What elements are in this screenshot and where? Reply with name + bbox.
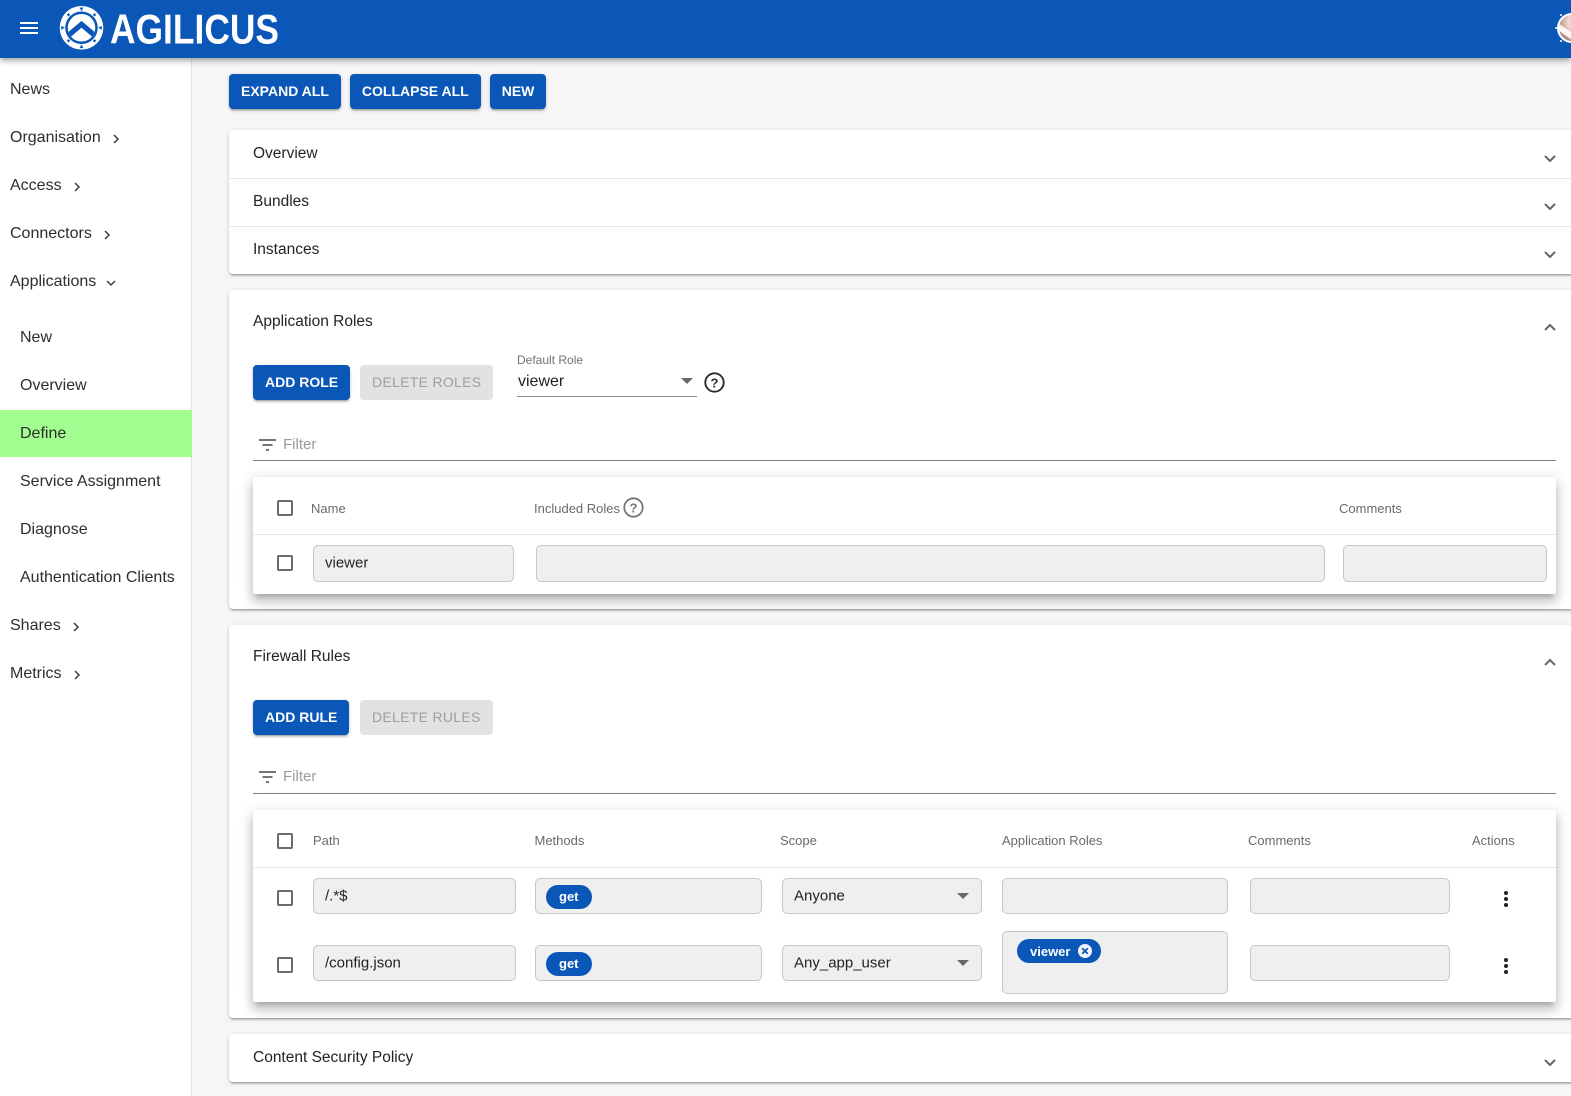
svg-text:AGILICUS: AGILICUS — [110, 6, 279, 52]
svg-text:?: ? — [630, 500, 638, 515]
svg-text:?: ? — [711, 375, 719, 390]
